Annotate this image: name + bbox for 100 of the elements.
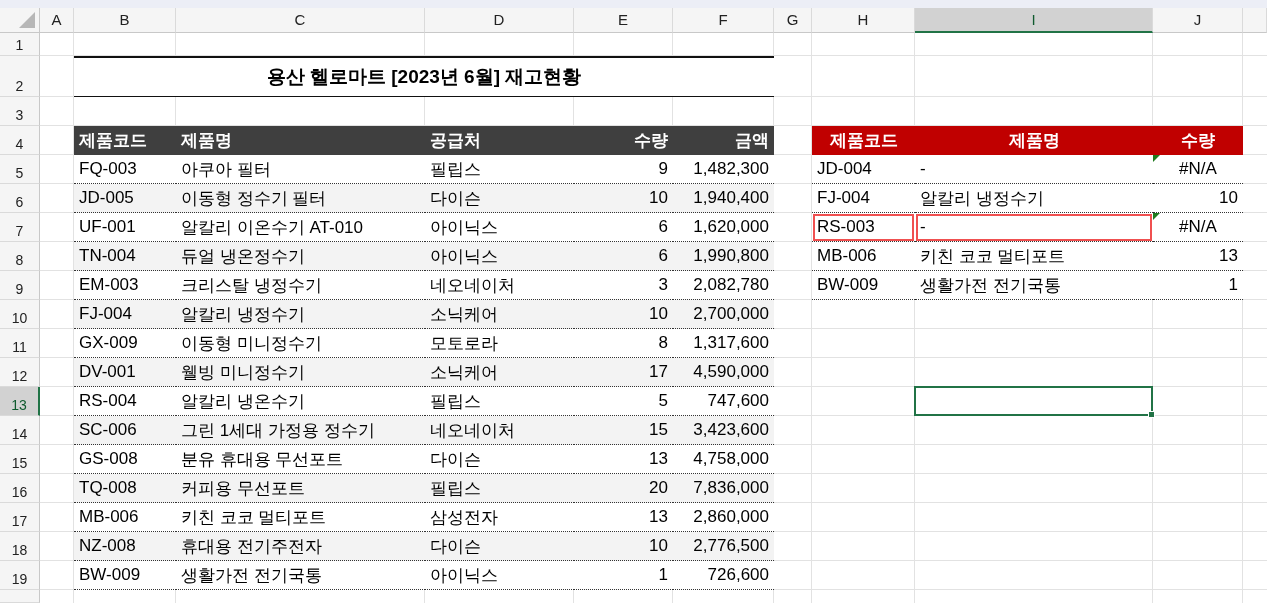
row-header[interactable]: 5 <box>0 155 40 184</box>
table-cell: 10 <box>574 300 673 329</box>
table-cell: 아이닉스 <box>425 242 574 271</box>
column-header[interactable]: E <box>574 8 673 33</box>
table-cell: - <box>915 213 1153 242</box>
table-cell: 13 <box>1153 242 1243 271</box>
column-header[interactable]: C <box>176 8 425 33</box>
row-header[interactable]: 1 <box>0 33 40 56</box>
row-header[interactable]: 9 <box>0 271 40 300</box>
table-cell: 이동형 미니정수기 <box>176 329 425 358</box>
table-cell: 2,776,500 <box>673 532 774 561</box>
row-header[interactable]: 6 <box>0 184 40 213</box>
table-header-cell: 금액 <box>673 126 774 155</box>
selected-cell[interactable] <box>914 386 1153 416</box>
row-header[interactable]: 4 <box>0 126 40 155</box>
table-cell: NZ-008 <box>74 532 176 561</box>
row-header[interactable]: 17 <box>0 503 40 532</box>
table-cell: 알칼리 이온수기 AT-010 <box>176 213 425 242</box>
row-header[interactable]: 8 <box>0 242 40 271</box>
table-cell: SC-006 <box>74 416 176 445</box>
table-cell: JD-005 <box>74 184 176 213</box>
table-header-cell: 제품명 <box>915 126 1153 155</box>
column-header[interactable]: I <box>915 8 1153 33</box>
row-header[interactable]: 14 <box>0 416 40 445</box>
table-cell: 알칼리 냉온수기 <box>176 387 425 416</box>
row-header[interactable]: 7 <box>0 213 40 242</box>
table-cell: DV-001 <box>74 358 176 387</box>
table-cell: 1 <box>574 561 673 590</box>
table-cell: 5 <box>574 387 673 416</box>
table-cell: 다이슨 <box>425 445 574 474</box>
table-cell: 필립스 <box>425 387 574 416</box>
table-cell: 4,590,000 <box>673 358 774 387</box>
row-header[interactable]: 18 <box>0 532 40 561</box>
table-cell: 13 <box>574 503 673 532</box>
column-header[interactable]: J <box>1153 8 1243 33</box>
table-header-cell: 수량 <box>1153 126 1243 155</box>
table-cell: 아쿠아 필터 <box>176 155 425 184</box>
row-header[interactable] <box>0 590 40 603</box>
table-cell: 747,600 <box>673 387 774 416</box>
table-cell: 4,758,000 <box>673 445 774 474</box>
table-cell: MB-006 <box>74 503 176 532</box>
table-cell: 10 <box>1153 184 1243 213</box>
table-cell: 1,940,400 <box>673 184 774 213</box>
table-cell: TN-004 <box>74 242 176 271</box>
column-header[interactable]: G <box>774 8 812 33</box>
table-cell: JD-004 <box>812 155 915 184</box>
row-header[interactable]: 3 <box>0 97 40 126</box>
table-header-cell: 제품코드 <box>812 126 915 155</box>
row-header[interactable]: 2 <box>0 56 40 97</box>
table-cell: 8 <box>574 329 673 358</box>
column-header[interactable] <box>1243 8 1267 33</box>
table-cell: 생활가전 전기국통 <box>915 271 1153 300</box>
table-cell: 1 <box>1153 271 1243 300</box>
table-cell: 크리스탈 냉정수기 <box>176 271 425 300</box>
row-header[interactable]: 12 <box>0 358 40 387</box>
table-cell: RS-003 <box>812 213 915 242</box>
table-cell: 필립스 <box>425 155 574 184</box>
table-cell: 10 <box>574 184 673 213</box>
table-cell: 17 <box>574 358 673 387</box>
row-header[interactable]: 15 <box>0 445 40 474</box>
table-cell: FQ-003 <box>74 155 176 184</box>
row-header[interactable]: 10 <box>0 300 40 329</box>
table-cell: 알칼리 냉정수기 <box>176 300 425 329</box>
table-header-cell: 제품명 <box>176 126 425 155</box>
table-cell: 6 <box>574 242 673 271</box>
column-header[interactable]: D <box>425 8 574 33</box>
select-all-icon[interactable] <box>19 12 35 28</box>
row-header[interactable]: 19 <box>0 561 40 590</box>
table-cell: 생활가전 전기국통 <box>176 561 425 590</box>
table-cell: BW-009 <box>74 561 176 590</box>
table-cell: 9 <box>574 155 673 184</box>
table-cell: #N/A <box>1153 155 1243 184</box>
table-cell: MB-006 <box>812 242 915 271</box>
table-cell: BW-009 <box>812 271 915 300</box>
table-cell: RS-004 <box>74 387 176 416</box>
table-cell: 15 <box>574 416 673 445</box>
table-cell: 1,317,600 <box>673 329 774 358</box>
table-cell: 소닉케어 <box>425 358 574 387</box>
column-header[interactable]: H <box>812 8 915 33</box>
row-header[interactable]: 16 <box>0 474 40 503</box>
table-cell: 3,423,600 <box>673 416 774 445</box>
table-cell: 2,860,000 <box>673 503 774 532</box>
column-header[interactable]: A <box>40 8 74 33</box>
column-header[interactable]: B <box>74 8 176 33</box>
table-cell: #N/A <box>1153 213 1243 242</box>
table-cell: 2,082,780 <box>673 271 774 300</box>
table-cell: 네오네이처 <box>425 271 574 300</box>
table-cell: 다이슨 <box>425 532 574 561</box>
table-cell: FJ-004 <box>74 300 176 329</box>
column-header[interactable]: F <box>673 8 774 33</box>
row-header[interactable]: 13 <box>0 387 40 416</box>
table-cell: 이동형 정수기 필터 <box>176 184 425 213</box>
row-header[interactable]: 11 <box>0 329 40 358</box>
table-cell: 듀얼 냉온정수기 <box>176 242 425 271</box>
table-cell: 3 <box>574 271 673 300</box>
table-cell: 그린 1세대 가정용 정수기 <box>176 416 425 445</box>
table-header-cell: 수량 <box>574 126 673 155</box>
table-header-cell: 공급처 <box>425 126 574 155</box>
table-cell: FJ-004 <box>812 184 915 213</box>
table-cell: 웰빙 미니정수기 <box>176 358 425 387</box>
